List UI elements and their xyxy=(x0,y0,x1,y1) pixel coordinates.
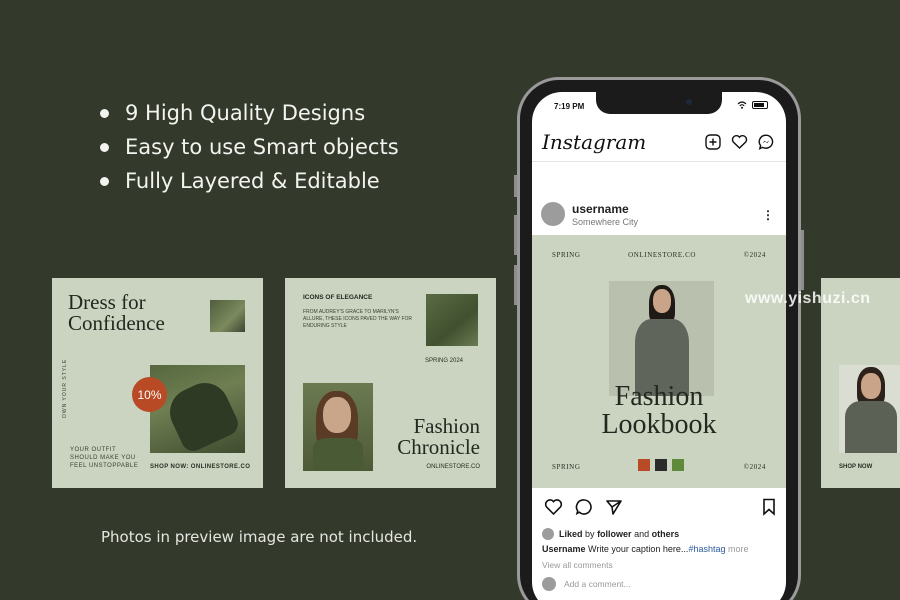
likes-line: Liked by follower and others xyxy=(542,528,679,540)
watermark: www.yishuzi.cn xyxy=(745,290,871,307)
post-caption: Username Write your caption here...#hash… xyxy=(542,544,749,554)
bullet-icon xyxy=(100,108,109,118)
template-card-partial: SHOP NOW xyxy=(821,278,900,488)
post-bottom-left: SPRING xyxy=(552,463,581,471)
comment-icon[interactable] xyxy=(575,498,593,516)
model-photo xyxy=(839,365,900,453)
view-comments-link[interactable]: View all comments xyxy=(542,560,613,570)
more-options-icon[interactable]: ⋮ xyxy=(762,208,774,222)
post-image: SPRING ONLINESTORE.CO ©2024 Fashion Look… xyxy=(532,235,786,488)
heart-icon[interactable] xyxy=(731,134,748,150)
status-icons xyxy=(737,101,768,109)
post-location[interactable]: Somewhere City xyxy=(572,217,638,227)
feature-item: Easy to use Smart objects xyxy=(100,130,399,164)
template-card-dress-for-confidence: Dress for Confidence 10% OWN YOUR STYLE … xyxy=(52,278,263,488)
post-top-right: ©2024 xyxy=(743,251,766,259)
model-photo xyxy=(609,281,714,396)
messenger-icon[interactable] xyxy=(758,134,774,150)
card-heading: ICONS OF ELEGANCE xyxy=(303,294,373,301)
app-header: Instagram xyxy=(532,124,786,162)
model-photo xyxy=(150,365,245,455)
status-time: 7:19 PM xyxy=(554,102,585,111)
feature-list: 9 High Quality Designs Easy to use Smart… xyxy=(100,96,399,198)
card-title: Fashion Chronicle xyxy=(397,414,480,459)
template-card-fashion-chronicle: ICONS OF ELEGANCE FROM AUDREY'S GRACE TO… xyxy=(285,278,496,488)
feature-item: Fully Layered & Editable xyxy=(100,164,399,198)
feature-item: 9 High Quality Designs xyxy=(100,96,399,130)
card-body-text: FROM AUDREY'S GRACE TO MARILYN'S ALLURE,… xyxy=(303,309,413,329)
bullet-icon xyxy=(100,176,109,186)
site-label: ONLINESTORE.CO xyxy=(426,464,480,470)
shop-link-text: SHOP NOW: ONLINESTORE.CO xyxy=(150,464,251,470)
bullet-icon xyxy=(100,142,109,152)
share-icon[interactable] xyxy=(605,498,623,516)
post-header: username Somewhere City ⋮ xyxy=(532,200,786,232)
card-title: Dress for Confidence xyxy=(68,290,165,335)
phone-notch xyxy=(596,92,722,114)
app-logo: Instagram xyxy=(542,130,647,154)
bookmark-icon[interactable] xyxy=(762,498,776,516)
battery-icon xyxy=(752,101,768,109)
season-label: SPRING 2024 xyxy=(425,358,464,364)
post-actions xyxy=(544,498,623,516)
phone-mockup: 7:19 PM Instagram username Somewhere Cit… xyxy=(514,77,804,600)
discount-badge: 10% xyxy=(132,377,167,412)
add-post-icon[interactable] xyxy=(705,134,721,150)
post-bottom-right: ©2024 xyxy=(743,463,766,471)
add-comment-field[interactable]: Add a comment... xyxy=(542,577,631,591)
thumbnail-photo xyxy=(210,300,245,332)
avatar[interactable] xyxy=(541,202,565,226)
thumbnail-photo xyxy=(426,294,478,346)
like-icon[interactable] xyxy=(544,498,563,516)
phone-screen: 7:19 PM Instagram username Somewhere Cit… xyxy=(532,92,786,600)
post-title: Fashion Lookbook xyxy=(601,381,717,440)
avatar xyxy=(542,528,554,540)
model-photo xyxy=(303,383,373,471)
disclaimer-text: Photos in preview image are not included… xyxy=(101,528,418,546)
post-top-center: ONLINESTORE.CO xyxy=(628,251,697,259)
shop-link-text: SHOP NOW xyxy=(839,464,873,470)
wifi-icon xyxy=(737,101,747,109)
vertical-tagline: OWN YOUR STYLE xyxy=(62,358,68,418)
avatar xyxy=(542,577,556,591)
card-tagline: YOUR OUTFIT SHOULD MAKE YOU FEEL UNSTOPP… xyxy=(70,447,139,469)
post-top-left: SPRING xyxy=(552,251,581,259)
post-username[interactable]: username xyxy=(572,202,629,216)
